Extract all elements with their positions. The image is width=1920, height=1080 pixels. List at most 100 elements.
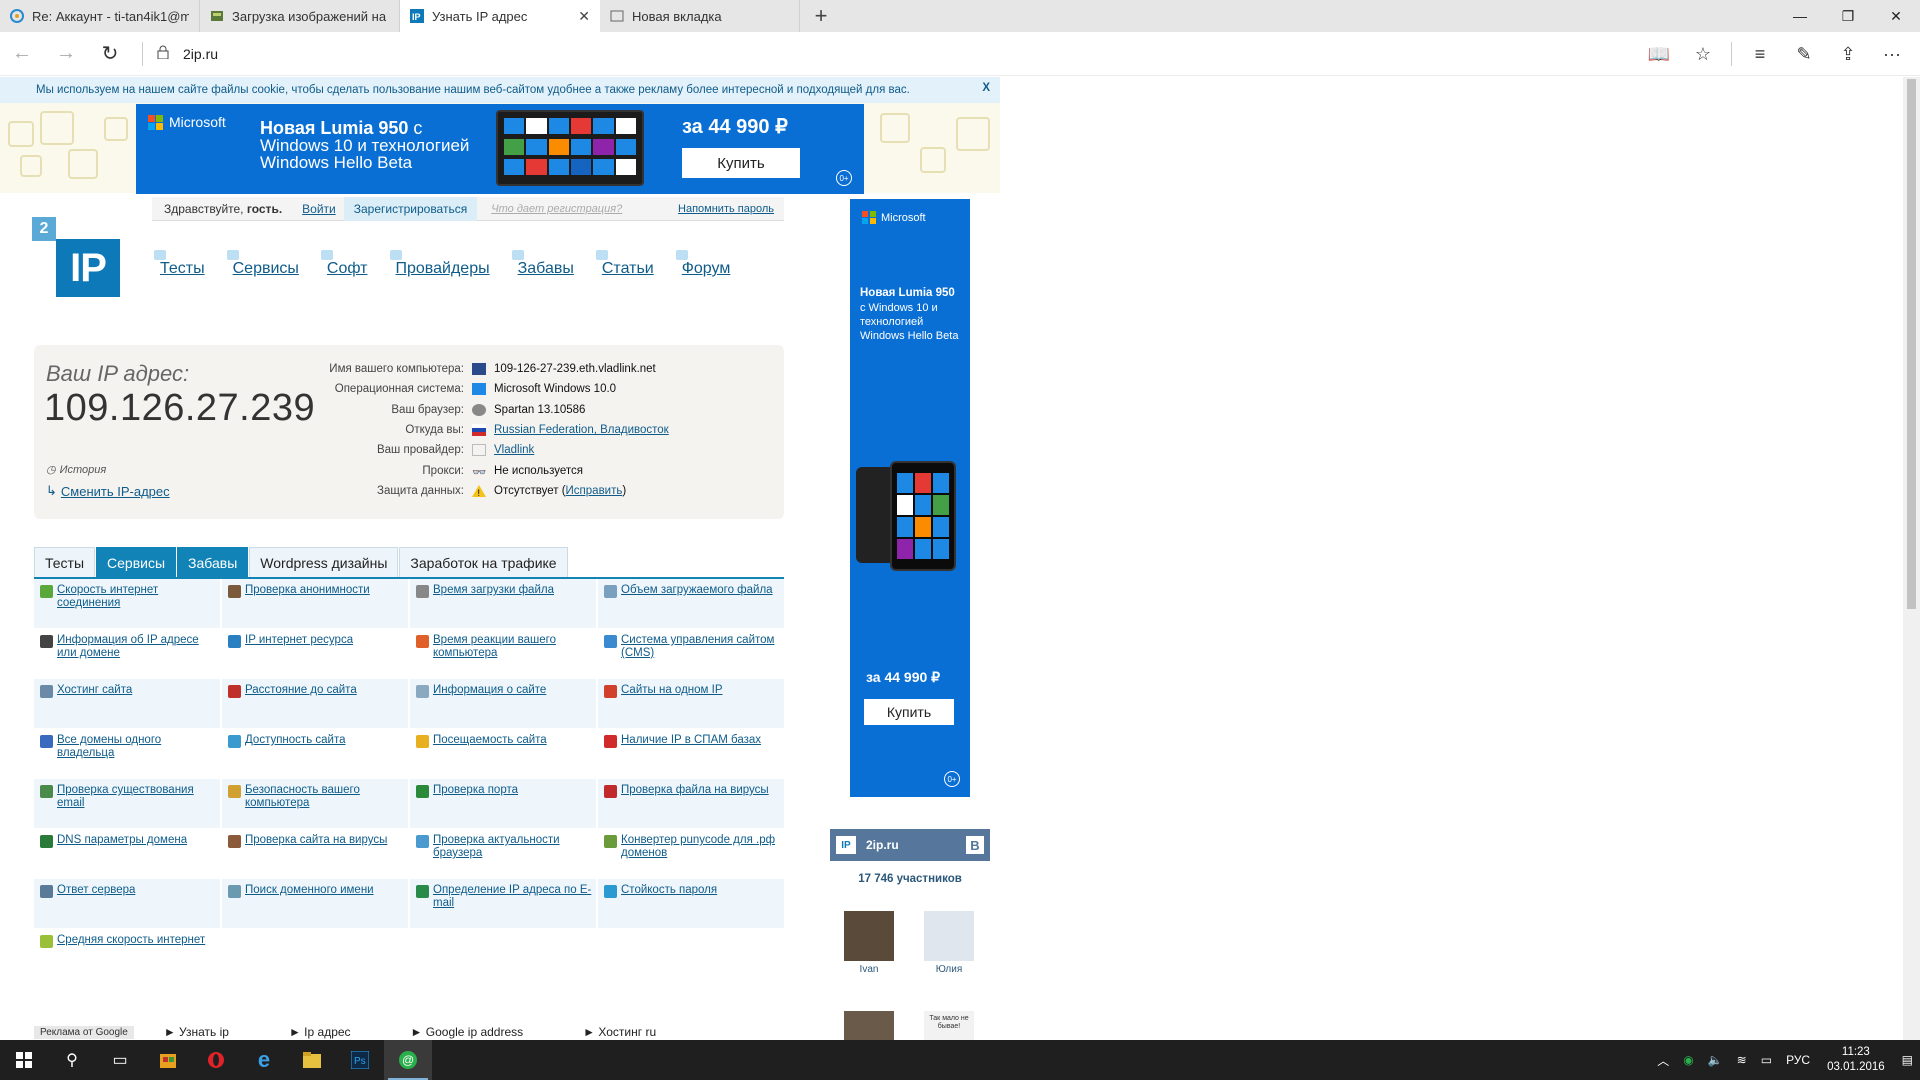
service-link[interactable]: Сайты на одном IP [621, 684, 723, 697]
nav-soft[interactable]: Софт [320, 250, 368, 278]
vk-member[interactable]: Ivan [843, 911, 895, 975]
service-item[interactable]: DNS параметры домена [34, 829, 220, 878]
ad-buy-button[interactable]: Купить [864, 699, 954, 725]
service-link[interactable]: Стойкость пароля [621, 884, 717, 897]
tab-wordpress[interactable]: Wordpress дизайны [249, 547, 399, 577]
notifications-icon[interactable]: ▤ [1895, 1053, 1920, 1067]
service-link[interactable]: Доступность сайта [245, 734, 346, 747]
store-icon[interactable] [144, 1040, 192, 1080]
service-link[interactable]: IP интернет ресурса [245, 634, 353, 647]
location-link[interactable]: Russian Federation, Владивосток [494, 424, 669, 436]
page-scrollbar[interactable] [1903, 77, 1920, 1040]
service-link[interactable]: Система управления сайтом (CMS) [621, 634, 780, 660]
vk-member[interactable]: Юлия [923, 911, 975, 975]
network-icon[interactable]: ≋ [1730, 1053, 1754, 1067]
service-link[interactable]: Конвертер punycode для .рф доменов [621, 834, 780, 860]
browser-tab-mail[interactable]: Re: Аккаунт - ti-tan4ik1@m [0, 0, 200, 32]
service-item[interactable]: Проверка файла на вирусы [598, 779, 784, 828]
service-item[interactable]: IP интернет ресурса [222, 629, 408, 678]
site-logo[interactable]: 2 IP [32, 217, 122, 301]
service-link[interactable]: Проверка актуальности браузера [433, 834, 592, 860]
file-explorer-icon[interactable] [288, 1040, 336, 1080]
service-link[interactable]: Ответ сервера [57, 884, 135, 897]
service-item[interactable]: Объем загружаемого файла [598, 579, 784, 628]
service-item[interactable]: Посещаемость сайта [410, 729, 596, 778]
ad-link[interactable]: ► Google ip address [411, 1025, 524, 1039]
service-item[interactable]: Стойкость пароля [598, 879, 784, 928]
vk-member[interactable] [843, 1011, 895, 1040]
service-link[interactable]: Проверка анонимности [245, 584, 370, 597]
service-item[interactable]: Проверка существования email [34, 779, 220, 828]
ad-link[interactable]: ► Хостинг ru [583, 1025, 656, 1039]
service-item[interactable]: Скорость интернет соединения [34, 579, 220, 628]
service-link[interactable]: Проверка порта [433, 784, 518, 797]
vk-widget-header[interactable]: IP 2ip.ru В [830, 829, 990, 861]
browser-tab-upload[interactable]: Загрузка изображений на [200, 0, 400, 32]
task-view-icon[interactable]: ▭ [96, 1040, 144, 1080]
browser-tab-new[interactable]: Новая вкладка [600, 0, 800, 32]
volume-icon[interactable]: 🔈 [1701, 1053, 1730, 1067]
service-link[interactable]: Безопасность вашего компьютера [245, 784, 404, 810]
history-link[interactable]: ◷ История [46, 463, 106, 477]
ie-icon[interactable]: e [240, 1040, 288, 1080]
service-link[interactable]: Определение IP адреса по E-mail [433, 884, 592, 910]
service-item[interactable]: Проверка сайта на вирусы [222, 829, 408, 878]
close-tab-icon[interactable]: ✕ [578, 8, 590, 25]
clock[interactable]: 11:23 03.01.2016 [1817, 1045, 1895, 1075]
browser-tab-ip[interactable]: IP Узнать IP адрес ✕ [400, 0, 600, 32]
ad-link[interactable]: ► Ip адрес [289, 1025, 351, 1039]
more-icon[interactable]: ··· [1870, 32, 1914, 76]
url-text[interactable]: 2ip.ru [183, 46, 218, 62]
refresh-icon[interactable]: ↻ [88, 32, 132, 76]
service-link[interactable]: Скорость интернет соединения [57, 584, 216, 610]
register-link[interactable]: Зарегистрироваться [343, 196, 478, 221]
service-link[interactable]: Время реакции вашего компьютера [433, 634, 592, 660]
service-item[interactable]: Безопасность вашего компьютера [222, 779, 408, 828]
tab-tests[interactable]: Тесты [34, 547, 96, 577]
forgot-password-link[interactable]: Напомнить пароль [678, 203, 784, 215]
ad-link[interactable]: ► Узнать ip [164, 1025, 229, 1039]
opera-icon[interactable] [192, 1040, 240, 1080]
service-link[interactable]: Объем загружаемого файла [621, 584, 773, 597]
favorite-star-icon[interactable]: ☆ [1681, 32, 1725, 76]
change-ip-text[interactable]: Сменить IP-адрес [61, 484, 170, 499]
cookie-close-button[interactable]: X [982, 82, 990, 94]
service-link[interactable]: Информация об IP адресе или домене [57, 634, 216, 660]
change-ip-link[interactable]: ↳ Сменить IP-адрес [46, 483, 170, 499]
photoshop-icon[interactable]: Ps [336, 1040, 384, 1080]
nav-forum[interactable]: Форум [675, 250, 730, 278]
service-item[interactable]: Расстояние до сайта [222, 679, 408, 728]
nav-tests[interactable]: Тесты [154, 250, 205, 278]
nav-fun[interactable]: Забавы [511, 250, 574, 278]
service-item[interactable]: Конвертер punycode для .рф доменов [598, 829, 784, 878]
service-item[interactable]: Все домены одного владельца [34, 729, 220, 778]
tab-earnings[interactable]: Заработок на трафике [399, 547, 568, 577]
nav-articles[interactable]: Статьи [595, 250, 654, 278]
reading-view-icon[interactable]: 📖 [1637, 32, 1681, 76]
service-item[interactable]: Доступность сайта [222, 729, 408, 778]
cookie-text[interactable]: Мы используем на нашем сайте файлы cooki… [36, 84, 910, 96]
service-item[interactable]: Поиск доменного имени [222, 879, 408, 928]
restore-icon[interactable]: ❐ [1824, 0, 1872, 32]
service-item[interactable]: Проверка порта [410, 779, 596, 828]
url-field[interactable]: 2ip.ru [142, 41, 218, 66]
vk-member[interactable]: Так мало не бывае! [923, 1011, 975, 1040]
service-item[interactable]: Время загрузки файла [410, 579, 596, 628]
service-link[interactable]: Наличие IP в СПАМ базах [621, 734, 761, 747]
show-hidden-icon[interactable]: ︿ [1650, 1052, 1676, 1069]
service-item[interactable]: Хостинг сайта [34, 679, 220, 728]
service-item[interactable]: Проверка анонимности [222, 579, 408, 628]
mail-agent-tray-icon[interactable]: ◉ [1676, 1053, 1700, 1067]
nav-providers[interactable]: Провайдеры [389, 250, 490, 278]
language-indicator[interactable]: РУС [1779, 1053, 1817, 1067]
mail-agent-icon[interactable]: @ [384, 1040, 432, 1080]
service-link[interactable]: DNS параметры домена [57, 834, 187, 847]
back-icon[interactable]: ← [0, 32, 44, 76]
forward-icon[interactable]: → [44, 32, 88, 76]
why-register-link[interactable]: Что дает регистрация? [477, 203, 636, 215]
web-note-icon[interactable]: ✎ [1782, 32, 1826, 76]
service-item[interactable]: Информация об IP адресе или домене [34, 629, 220, 678]
share-icon[interactable]: ⇪ [1826, 32, 1870, 76]
service-link[interactable]: Посещаемость сайта [433, 734, 547, 747]
start-icon[interactable] [0, 1040, 48, 1080]
